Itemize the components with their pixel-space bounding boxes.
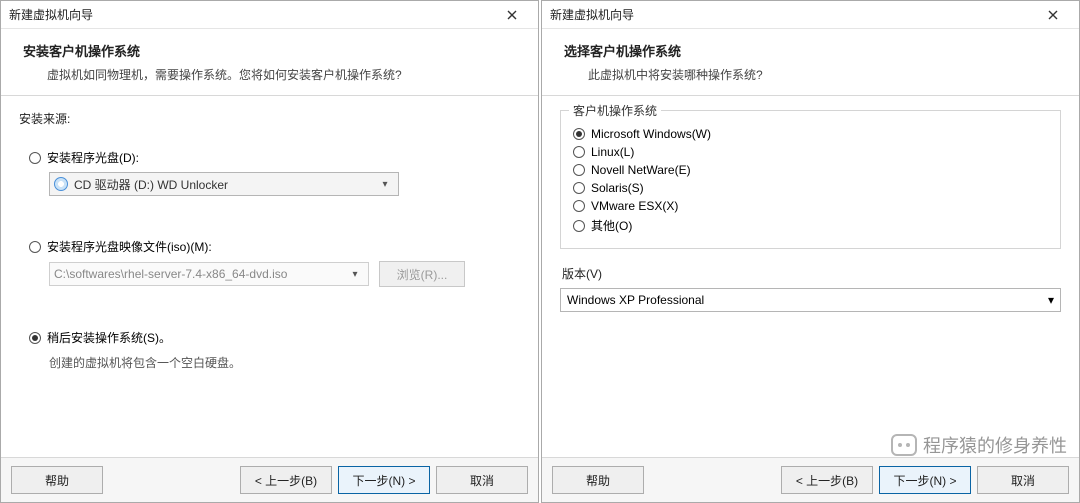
radio-icon <box>573 164 585 176</box>
content-area: 客户机操作系统 Microsoft Windows(W) Linux(L) No… <box>542 96 1079 457</box>
content-area: 安装来源: 安装程序光盘(D): CD 驱动器 (D:) WD Unlocker… <box>1 96 538 457</box>
os-groupbox: 客户机操作系统 Microsoft Windows(W) Linux(L) No… <box>560 110 1061 249</box>
radio-icon <box>29 332 41 344</box>
help-button[interactable]: 帮助 <box>11 466 103 494</box>
chevron-down-icon: ▾ <box>1048 293 1054 307</box>
back-button[interactable]: < 上一步(B) <box>240 466 332 494</box>
radio-icon <box>573 200 585 212</box>
chevron-down-icon: ▾ <box>376 179 394 190</box>
wizard-select-os: 新建虚拟机向导 选择客户机操作系统 此虚拟机中将安装哪种操作系统? 客户机操作系… <box>541 0 1080 503</box>
button-bar: 帮助 < 上一步(B) 下一步(N) > 取消 <box>1 457 538 502</box>
header-title: 安装客户机操作系统 <box>23 41 516 60</box>
iso-path-text: C:\softwares\rhel-server-7.4-x86_64-dvd.… <box>54 267 346 281</box>
os-group-title: 客户机操作系统 <box>569 102 661 119</box>
wizard-header: 选择客户机操作系统 此虚拟机中将安装哪种操作系统? <box>542 29 1079 96</box>
radio-icon <box>573 182 585 194</box>
button-bar: 帮助 < 上一步(B) 下一步(N) > 取消 <box>542 457 1079 502</box>
disc-dropdown-text: CD 驱动器 (D:) WD Unlocker <box>74 176 376 193</box>
wizard-install-source: 新建虚拟机向导 安装客户机操作系统 虚拟机如同物理机，需要操作系统。您将如何安装… <box>0 0 539 503</box>
os-option-label: VMware ESX(X) <box>591 199 678 213</box>
window-title: 新建虚拟机向导 <box>550 6 634 23</box>
disc-dropdown[interactable]: CD 驱动器 (D:) WD Unlocker ▾ <box>49 172 399 196</box>
window-title: 新建虚拟机向导 <box>9 6 93 23</box>
header-subtitle: 此虚拟机中将安装哪种操作系统? <box>564 66 1057 83</box>
help-button[interactable]: 帮助 <box>552 466 644 494</box>
version-dropdown[interactable]: Windows XP Professional ▾ <box>560 288 1061 312</box>
radio-icon <box>29 152 41 164</box>
option-later-label: 稍后安装操作系统(S)。 <box>47 329 171 346</box>
back-button[interactable]: < 上一步(B) <box>781 466 873 494</box>
radio-icon <box>29 241 41 253</box>
titlebar: 新建虚拟机向导 <box>542 1 1079 29</box>
next-button[interactable]: 下一步(N) > <box>879 466 971 494</box>
os-option-solaris[interactable]: Solaris(S) <box>573 181 1048 195</box>
os-option-label: Microsoft Windows(W) <box>591 127 711 141</box>
header-subtitle: 虚拟机如同物理机，需要操作系统。您将如何安装客户机操作系统? <box>23 66 516 83</box>
os-option-label: 其他(O) <box>591 217 632 234</box>
radio-icon <box>573 128 585 140</box>
version-label: 版本(V) <box>562 265 1061 282</box>
os-option-netware[interactable]: Novell NetWare(E) <box>573 163 1048 177</box>
source-label: 安装来源: <box>19 110 520 127</box>
iso-path-field[interactable]: C:\softwares\rhel-server-7.4-x86_64-dvd.… <box>49 262 369 286</box>
os-option-label: Novell NetWare(E) <box>591 163 691 177</box>
os-option-label: Solaris(S) <box>591 181 644 195</box>
os-option-linux[interactable]: Linux(L) <box>573 145 1048 159</box>
close-button[interactable] <box>492 3 532 27</box>
radio-icon <box>573 146 585 158</box>
option-disc[interactable]: 安装程序光盘(D): <box>29 149 520 166</box>
os-option-other[interactable]: 其他(O) <box>573 217 1048 234</box>
option-iso[interactable]: 安装程序光盘映像文件(iso)(M): <box>29 238 520 255</box>
browse-button[interactable]: 浏览(R)... <box>379 261 465 287</box>
wizard-header: 安装客户机操作系统 虚拟机如同物理机，需要操作系统。您将如何安装客户机操作系统? <box>1 29 538 96</box>
chevron-down-icon: ▾ <box>346 269 364 280</box>
header-title: 选择客户机操作系统 <box>564 41 1057 60</box>
option-iso-label: 安装程序光盘映像文件(iso)(M): <box>47 238 212 255</box>
option-later[interactable]: 稍后安装操作系统(S)。 <box>29 329 520 346</box>
next-button[interactable]: 下一步(N) > <box>338 466 430 494</box>
radio-icon <box>573 220 585 232</box>
cancel-button[interactable]: 取消 <box>977 466 1069 494</box>
later-help-text: 创建的虚拟机将包含一个空白硬盘。 <box>49 354 520 371</box>
os-option-vmware-esx[interactable]: VMware ESX(X) <box>573 199 1048 213</box>
os-option-label: Linux(L) <box>591 145 634 159</box>
cd-icon <box>54 177 68 191</box>
titlebar: 新建虚拟机向导 <box>1 1 538 29</box>
os-option-windows[interactable]: Microsoft Windows(W) <box>573 127 1048 141</box>
option-disc-label: 安装程序光盘(D): <box>47 149 139 166</box>
close-button[interactable] <box>1033 3 1073 27</box>
version-dropdown-text: Windows XP Professional <box>567 293 1048 307</box>
cancel-button[interactable]: 取消 <box>436 466 528 494</box>
